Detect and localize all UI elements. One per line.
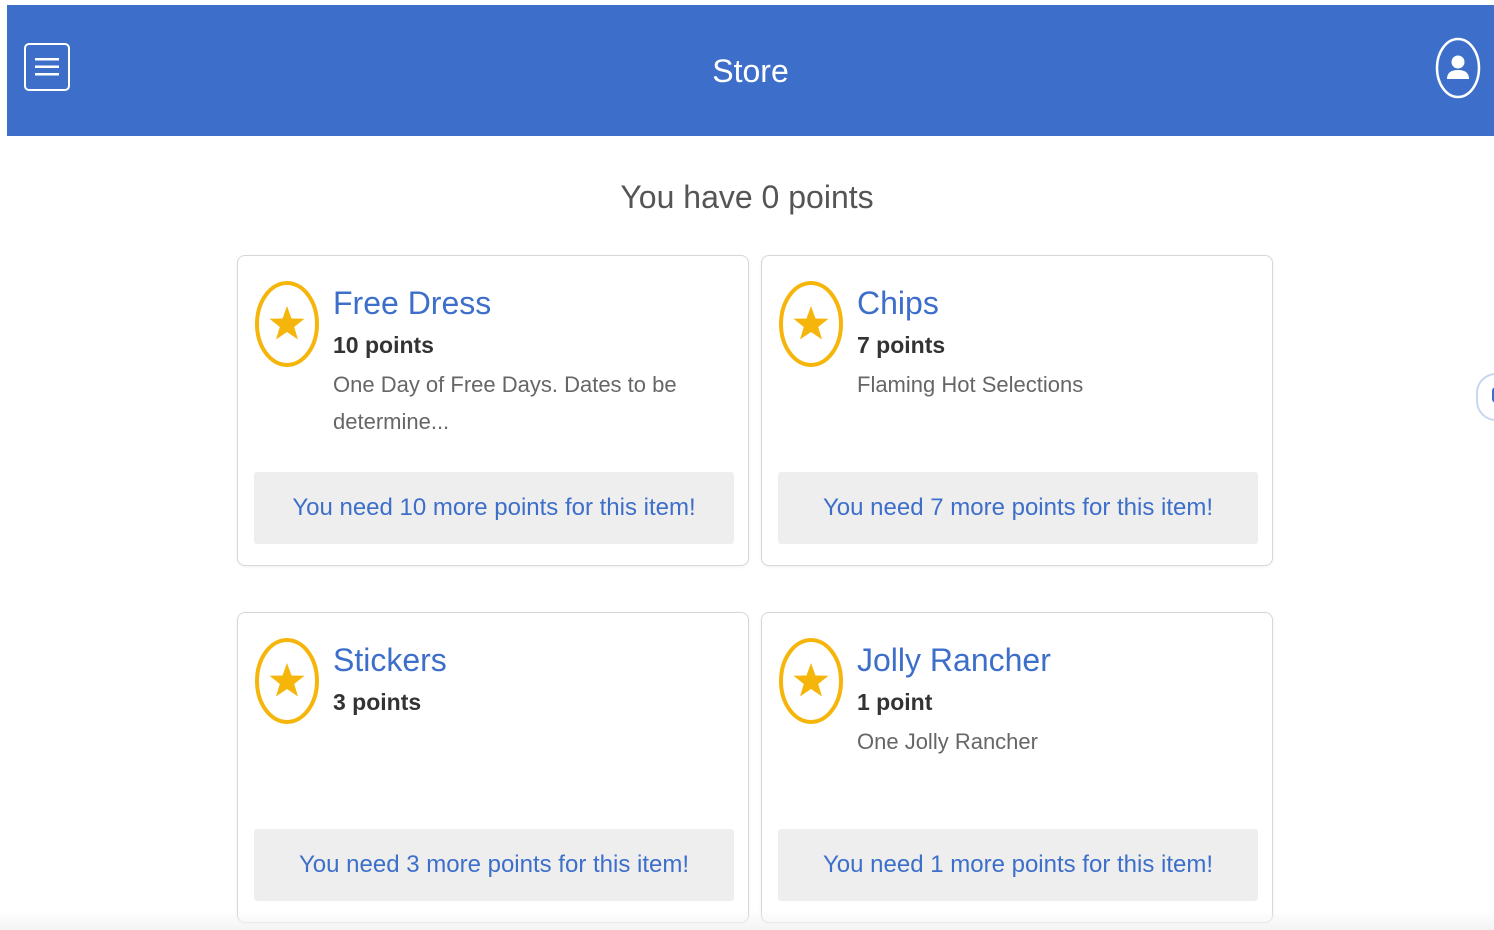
- item-description: One Day of Free Days. Dates to be determ…: [333, 372, 677, 434]
- star-icon: [779, 281, 843, 367]
- item-title[interactable]: Free Dress: [333, 280, 728, 326]
- star-icon: [255, 638, 319, 724]
- store-item-card[interactable]: Jolly Rancher 1 point One Jolly Rancher …: [761, 612, 1273, 923]
- store-item-card[interactable]: Free Dress 10 points One Day of Free Day…: [237, 255, 749, 566]
- store-item-card[interactable]: Chips 7 points Flaming Hot Selections Yo…: [761, 255, 1273, 566]
- item-points: 3 points: [333, 689, 422, 715]
- item-title[interactable]: Stickers: [333, 637, 728, 683]
- item-title[interactable]: Jolly Rancher: [857, 637, 1252, 683]
- item-points: 1 point: [857, 689, 933, 715]
- bottom-fade: [0, 910, 1494, 930]
- item-points: 10 points: [333, 332, 434, 358]
- app-header: Store: [7, 5, 1494, 136]
- user-icon: [1435, 37, 1481, 99]
- item-title[interactable]: Chips: [857, 280, 1252, 326]
- profile-button[interactable]: [1435, 37, 1481, 99]
- points-needed-banner: You need 3 more points for this item!: [254, 829, 734, 901]
- points-needed-banner: You need 7 more points for this item!: [778, 472, 1258, 544]
- points-needed-banner: You need 10 more points for this item!: [254, 472, 734, 544]
- item-description: Flaming Hot Selections: [857, 372, 1084, 397]
- star-icon: [779, 638, 843, 724]
- item-points: 7 points: [857, 332, 946, 358]
- points-summary: You have 0 points: [620, 179, 874, 215]
- star-icon: [255, 281, 319, 367]
- points-needed-banner: You need 1 more points for this item!: [778, 829, 1258, 901]
- page-title: Store: [712, 53, 789, 89]
- item-description: One Jolly Rancher: [857, 729, 1038, 754]
- store-item-card[interactable]: Stickers 3 points You need 3 more points…: [237, 612, 749, 923]
- voice-input-button[interactable]: [1476, 373, 1494, 421]
- microphone-icon: [1492, 387, 1494, 403]
